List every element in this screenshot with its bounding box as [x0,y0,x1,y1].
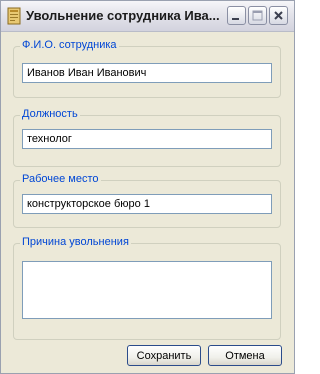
maximize-button[interactable] [248,6,267,25]
workplace-field[interactable] [22,194,272,214]
workplace-group: Рабочее место [13,173,281,228]
position-field[interactable] [22,129,272,149]
reason-textarea[interactable] [22,261,272,319]
workplace-label: Рабочее место [20,173,101,185]
reason-group: Причина увольнения [13,236,281,340]
maximize-icon [252,10,263,21]
minimize-button[interactable] [227,6,246,25]
position-group: Должность [13,108,281,167]
cancel-button[interactable]: Отмена [208,345,282,366]
reason-label: Причина увольнения [20,236,131,248]
close-button[interactable] [269,6,288,25]
close-icon [274,11,283,20]
save-button[interactable]: Сохранить [127,345,201,366]
employee-group: Ф.И.О. сотрудника [13,39,281,98]
employee-label: Ф.И.О. сотрудника [20,39,119,51]
title-bar[interactable]: Увольнение сотрудника Ива... [1,1,294,32]
employee-name-field[interactable] [22,63,272,83]
window-title: Увольнение сотрудника Ива... [26,8,220,23]
position-label: Должность [20,108,80,120]
minimize-icon [232,18,239,20]
app-icon [7,7,21,25]
dismissal-window: Увольнение сотрудника Ива... Ф.И.О. сотр… [0,0,295,374]
